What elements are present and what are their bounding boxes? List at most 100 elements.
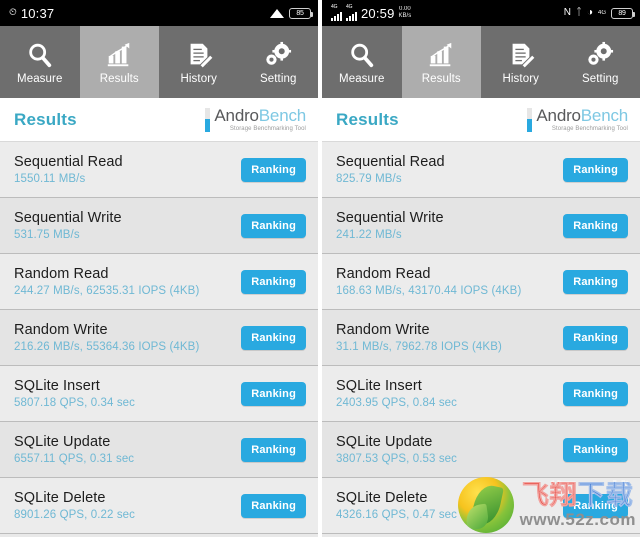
alarm-icon: ⏲ bbox=[9, 7, 17, 18]
network-speed: 0.00 KB/s bbox=[398, 6, 412, 19]
result-value: 531.75 MB/s bbox=[14, 229, 80, 241]
table-row[interactable]: Random Write 216.26 MB/s, 55364.36 IOPS (… bbox=[0, 310, 318, 366]
result-title: SQLite Delete bbox=[336, 490, 428, 506]
tab-measure[interactable]: Measure bbox=[0, 26, 80, 98]
bar-chart-icon bbox=[104, 40, 134, 70]
tab-history-label: History bbox=[502, 72, 539, 85]
table-row[interactable]: Sequential Read 825.79 MB/s Ranking bbox=[322, 142, 640, 198]
tab-results-label: Results bbox=[421, 72, 461, 85]
table-row[interactable]: Random Read 168.63 MB/s, 43170.44 IOPS (4… bbox=[322, 254, 640, 310]
result-value: 168.63 MB/s, 43170.44 IOPS (4KB) bbox=[336, 285, 522, 297]
result-value: 8901.26 QPS, 0.22 sec bbox=[14, 509, 136, 521]
result-title: Sequential Read bbox=[14, 154, 123, 170]
result-value: 5807.18 QPS, 0.34 sec bbox=[14, 397, 136, 409]
app-header: Results AndroBench Storage Benchmarking … bbox=[322, 98, 640, 142]
ranking-button[interactable]: Ranking bbox=[563, 437, 628, 462]
ranking-button[interactable]: Ranking bbox=[563, 213, 628, 238]
logo-subtitle: Storage Benchmarking Tool bbox=[551, 126, 628, 132]
table-row[interactable]: SQLite Delete 8901.26 QPS, 0.22 sec Rankin… bbox=[0, 478, 318, 534]
logo-subtitle: Storage Benchmarking Tool bbox=[229, 126, 306, 132]
ranking-button[interactable]: Ranking bbox=[563, 381, 628, 406]
androbench-logo: AndroBench Storage Benchmarking Tool bbox=[205, 107, 306, 132]
result-value: 244.27 MB/s, 62535.31 IOPS (4KB) bbox=[14, 285, 200, 297]
status-time: 20:59 bbox=[361, 5, 395, 21]
tab-setting[interactable]: Setting bbox=[561, 26, 640, 98]
result-title: SQLite Update bbox=[336, 434, 433, 450]
table-row[interactable]: SQLite Insert 2403.95 QPS, 0.84 sec Rankin… bbox=[322, 366, 640, 422]
result-title: Sequential Write bbox=[14, 210, 122, 226]
data-4g-icon: 4G bbox=[597, 9, 606, 16]
result-title: Random Write bbox=[14, 322, 108, 338]
ranking-button[interactable]: Ranking bbox=[241, 269, 306, 294]
results-list: Sequential Read 1550.11 MB/s Ranking Sequen… bbox=[0, 142, 318, 534]
battery-icon: 89 bbox=[611, 7, 635, 19]
result-title: Random Read bbox=[14, 266, 109, 282]
document-pen-icon bbox=[184, 40, 214, 70]
tab-setting-label: Setting bbox=[581, 72, 619, 85]
table-row[interactable]: SQLite Update 6557.11 QPS, 0.31 sec Rankin… bbox=[0, 422, 318, 478]
ranking-button[interactable]: Ranking bbox=[563, 325, 628, 350]
result-value: 825.79 MB/s bbox=[336, 173, 402, 185]
page-title: Results bbox=[336, 109, 399, 129]
result-value: 3807.53 QPS, 0.53 sec bbox=[336, 453, 458, 465]
results-list: Sequential Read 825.79 MB/s Ranking Sequent… bbox=[322, 142, 640, 534]
tab-history-label: History bbox=[180, 72, 217, 85]
result-value: 1550.11 MB/s bbox=[14, 173, 86, 185]
result-value: 241.22 MB/s bbox=[336, 229, 402, 241]
ranking-button[interactable]: Ranking bbox=[563, 269, 628, 294]
phone-screenshot-right: 4G 4G 20:59 0.00 KB/s N ᛏ ◑ 4G 89 Measur… bbox=[322, 0, 640, 537]
logo-text-bench: Bench bbox=[580, 106, 628, 125]
status-time: 10:37 bbox=[20, 5, 55, 21]
bluetooth-icon: ᛏ bbox=[575, 7, 582, 18]
gears-icon bbox=[585, 40, 615, 70]
ranking-button[interactable]: Ranking bbox=[241, 325, 306, 350]
result-title: SQLite Update bbox=[14, 434, 111, 450]
app-header: Results AndroBench Storage Benchmarking … bbox=[0, 98, 318, 142]
result-value: 31.1 MB/s, 7962.78 IOPS (4KB) bbox=[336, 341, 502, 353]
document-pen-icon bbox=[506, 40, 536, 70]
ranking-button[interactable]: Ranking bbox=[563, 493, 628, 518]
tab-results[interactable]: Results bbox=[401, 26, 481, 98]
tab-results[interactable]: Results bbox=[79, 26, 159, 98]
result-title: SQLite Insert bbox=[14, 378, 100, 394]
tab-measure-label: Measure bbox=[339, 72, 385, 85]
magnifier-icon bbox=[25, 40, 55, 70]
result-value: 6557.11 QPS, 0.31 sec bbox=[14, 453, 135, 465]
ranking-button[interactable]: Ranking bbox=[241, 437, 306, 462]
tab-bar: Measure Results History Setting bbox=[0, 26, 318, 98]
table-row[interactable]: SQLite Update 3807.53 QPS, 0.53 sec Rankin… bbox=[322, 422, 640, 478]
ranking-button[interactable]: Ranking bbox=[241, 213, 306, 238]
result-value: 4326.16 QPS, 0.47 sec bbox=[336, 509, 458, 521]
table-row[interactable]: SQLite Delete 4326.16 QPS, 0.47 sec Rankin… bbox=[322, 478, 640, 534]
gears-icon bbox=[263, 40, 293, 70]
brightness-icon: ◑ bbox=[586, 7, 593, 18]
result-title: Sequential Write bbox=[336, 210, 444, 226]
signal-icon: 4G bbox=[346, 5, 357, 21]
wifi-icon bbox=[270, 8, 284, 19]
table-row[interactable]: Random Write 31.1 MB/s, 7962.78 IOPS (4KB… bbox=[322, 310, 640, 366]
table-row[interactable]: SQLite Insert 5807.18 QPS, 0.34 sec Rankin… bbox=[0, 366, 318, 422]
table-row[interactable]: Sequential Write 531.75 MB/s Ranking bbox=[0, 198, 318, 254]
tab-history[interactable]: History bbox=[481, 26, 561, 98]
result-value: 216.26 MB/s, 55364.36 IOPS (4KB) bbox=[14, 341, 200, 353]
magnifier-icon bbox=[347, 40, 377, 70]
tab-measure[interactable]: Measure bbox=[322, 26, 402, 98]
status-bar: 4G 4G 20:59 0.00 KB/s N ᛏ ◑ 4G 89 bbox=[322, 0, 640, 26]
dual-screenshot-stage: ⏲ 10:37 85 Measure Results History Setti… bbox=[0, 0, 640, 537]
table-row[interactable]: Random Read 244.27 MB/s, 62535.31 IOPS (4… bbox=[0, 254, 318, 310]
result-title: SQLite Delete bbox=[14, 490, 106, 506]
ranking-button[interactable]: Ranking bbox=[241, 493, 306, 518]
logo-text-bench: Bench bbox=[258, 106, 306, 125]
tab-setting[interactable]: Setting bbox=[239, 26, 319, 98]
tab-setting-label: Setting bbox=[259, 72, 297, 85]
table-row[interactable]: Sequential Read 1550.11 MB/s Ranking bbox=[0, 142, 318, 198]
ranking-button[interactable]: Ranking bbox=[563, 157, 628, 182]
table-row[interactable]: Sequential Write 241.22 MB/s Ranking bbox=[322, 198, 640, 254]
logo-text-andro: Andro bbox=[536, 106, 581, 125]
ranking-button[interactable]: Ranking bbox=[241, 381, 306, 406]
androbench-logo: AndroBench Storage Benchmarking Tool bbox=[527, 107, 628, 132]
tab-history[interactable]: History bbox=[159, 26, 239, 98]
ranking-button[interactable]: Ranking bbox=[241, 157, 306, 182]
result-title: Random Read bbox=[336, 266, 431, 282]
bar-chart-icon bbox=[426, 40, 456, 70]
